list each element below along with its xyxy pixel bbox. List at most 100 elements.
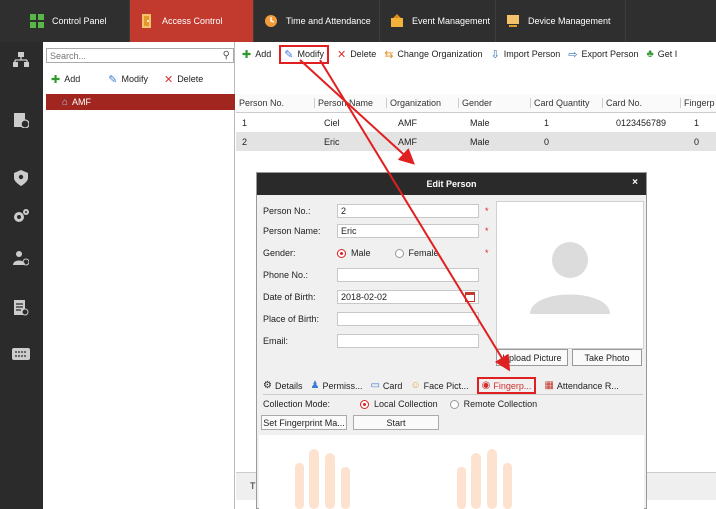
- person-no-row: Person No.: 2 *: [263, 204, 489, 218]
- table-cell: 0123456789: [616, 117, 667, 128]
- export-person-label: Export Person: [581, 49, 639, 59]
- person-silhouette-icon: [530, 242, 610, 314]
- gender-label: Gender:: [263, 248, 296, 258]
- hand-icon: [295, 449, 512, 509]
- fingerprint-icon: ◉: [481, 380, 491, 391]
- phone-row: Phone No.:: [263, 268, 479, 282]
- phone-input[interactable]: [337, 268, 479, 282]
- take-photo-button[interactable]: Take Photo: [572, 349, 642, 366]
- column-header[interactable]: Gender: [458, 98, 530, 108]
- email-row: Email:: [263, 334, 479, 348]
- modify-organization-button[interactable]: ✎ Modify: [108, 73, 148, 86]
- add-person-button[interactable]: ✚ Add: [242, 48, 271, 61]
- column-header[interactable]: Person Name: [314, 98, 386, 108]
- control-panel-icon: [30, 14, 44, 28]
- table-cell: Male: [470, 136, 490, 147]
- clock-user-icon: [264, 14, 278, 28]
- dob-input[interactable]: 2018-02-02: [337, 290, 479, 304]
- table-cell: 1: [544, 117, 550, 128]
- tab-fingerprint-label: Fingerp...: [493, 380, 532, 391]
- edit-person-dialog: Edit Person × Person No.: 2 * Person Nam…: [256, 172, 647, 509]
- door-icon: [140, 14, 154, 28]
- tab-face-picture-label: Face Pict...: [423, 380, 469, 391]
- tab-attendance-rule[interactable]: ▦ Attendance R...: [544, 380, 619, 391]
- table-cell: Ciel: [324, 117, 340, 128]
- table-cell: Eric: [324, 136, 340, 147]
- upload-picture-button[interactable]: Upload Picture: [496, 349, 568, 366]
- table-cell: 1: [694, 117, 700, 128]
- search-input[interactable]: [47, 49, 212, 62]
- tab-device-management[interactable]: Device Management: [496, 0, 626, 42]
- table-cell: AMF: [398, 117, 417, 128]
- delete-person-button[interactable]: ✕ Delete: [337, 48, 376, 61]
- tree-item-amf[interactable]: ⌂ AMF: [46, 94, 235, 110]
- email-input[interactable]: [337, 334, 479, 348]
- set-fingerprint-machine-button[interactable]: Set Fingerprint Ma...: [261, 415, 347, 430]
- close-icon[interactable]: ×: [632, 177, 638, 188]
- face-icon: ☺: [410, 380, 421, 391]
- local-collection-radio[interactable]: [360, 399, 370, 409]
- report-icon[interactable]: [11, 298, 31, 318]
- gender-female-label: Female: [408, 248, 439, 258]
- tab-details[interactable]: ⚙ Details: [263, 380, 302, 391]
- pob-input[interactable]: [337, 312, 479, 326]
- required-mark: *: [485, 206, 489, 216]
- phone-label: Phone No.:: [263, 270, 309, 280]
- modify-person-label: Modify: [297, 49, 324, 59]
- add-organization-button[interactable]: ✚ Add: [51, 73, 80, 86]
- get-person-button[interactable]: ♣ Get I: [646, 48, 677, 60]
- delete-organization-button[interactable]: ✕ Delete: [164, 73, 203, 86]
- export-person-button[interactable]: ⇨ Export Person: [568, 48, 638, 61]
- tab-event-management[interactable]: Event Management: [380, 0, 496, 42]
- dialog-tabs: ⚙ Details ♟ Permiss... ▭ Card ☺ Face Pic…: [263, 377, 643, 395]
- tab-fingerprint[interactable]: ◉ Fingerp...: [476, 377, 537, 394]
- home-icon: ⌂: [62, 96, 69, 108]
- tab-time-attendance[interactable]: Time and Attendance: [254, 0, 380, 42]
- gear-icon[interactable]: [11, 206, 31, 226]
- table-row[interactable]: 2 Eric AMF Male 0 0: [236, 132, 716, 151]
- column-header[interactable]: Card No.: [602, 98, 680, 108]
- gender-male-radio[interactable]: [337, 248, 346, 258]
- keyboard-icon[interactable]: [11, 344, 31, 364]
- calendar-icon[interactable]: [465, 292, 475, 302]
- modify-person-button[interactable]: ✎ Modify: [279, 44, 329, 64]
- delete-person-label: Delete: [350, 49, 377, 59]
- tab-card[interactable]: ▭ Card: [370, 380, 402, 391]
- left-nav-rail: [0, 42, 43, 509]
- column-header[interactable]: Person No.: [236, 98, 314, 108]
- photo-preview: [496, 201, 644, 349]
- start-button[interactable]: Start: [353, 415, 439, 430]
- tab-face-picture[interactable]: ☺ Face Pict...: [410, 380, 468, 391]
- table-cell: Male: [470, 117, 490, 128]
- schedule-icon[interactable]: [11, 110, 31, 130]
- gender-female-radio[interactable]: [394, 248, 404, 258]
- column-header[interactable]: Fingerp: [680, 98, 716, 108]
- person-name-input[interactable]: Eric: [337, 224, 479, 238]
- search-icon[interactable]: ⚲: [223, 50, 230, 61]
- top-bar: Control Panel Access Control Time and At…: [0, 0, 716, 42]
- tab-event-management-label: Event Management: [412, 16, 491, 26]
- organization-icon[interactable]: [11, 50, 31, 70]
- tab-details-label: Details: [274, 380, 303, 391]
- table-cell: 0: [544, 136, 550, 147]
- dialog-title-bar[interactable]: Edit Person ×: [257, 173, 646, 195]
- tab-access-control[interactable]: Access Control: [130, 0, 254, 42]
- attendance-icon: ▦: [544, 380, 554, 391]
- required-mark: *: [485, 226, 489, 236]
- import-person-button[interactable]: ⇩ Import Person: [490, 48, 560, 61]
- change-organization-button[interactable]: ⇆ Change Organization: [384, 48, 482, 61]
- table-cell: 1: [242, 117, 248, 128]
- remote-collection-radio[interactable]: [449, 399, 459, 409]
- person-no-input[interactable]: 2: [337, 204, 479, 218]
- column-header[interactable]: Organization: [386, 98, 458, 108]
- gender-row: Gender: Male Female *: [263, 246, 489, 260]
- person-fingerprint-icon[interactable]: [11, 248, 31, 268]
- tab-permission[interactable]: ♟ Permiss...: [310, 380, 362, 391]
- location-shield-icon[interactable]: [11, 168, 31, 188]
- delete-x-icon: ✕: [163, 73, 174, 86]
- table-row[interactable]: 1 Ciel AMF Male 1 0123456789 1: [236, 113, 716, 132]
- dob-label: Date of Birth:: [263, 292, 316, 302]
- card-icon: ▭: [370, 380, 380, 391]
- tab-control-panel[interactable]: Control Panel: [0, 0, 130, 42]
- column-header[interactable]: Card Quantity: [530, 98, 602, 108]
